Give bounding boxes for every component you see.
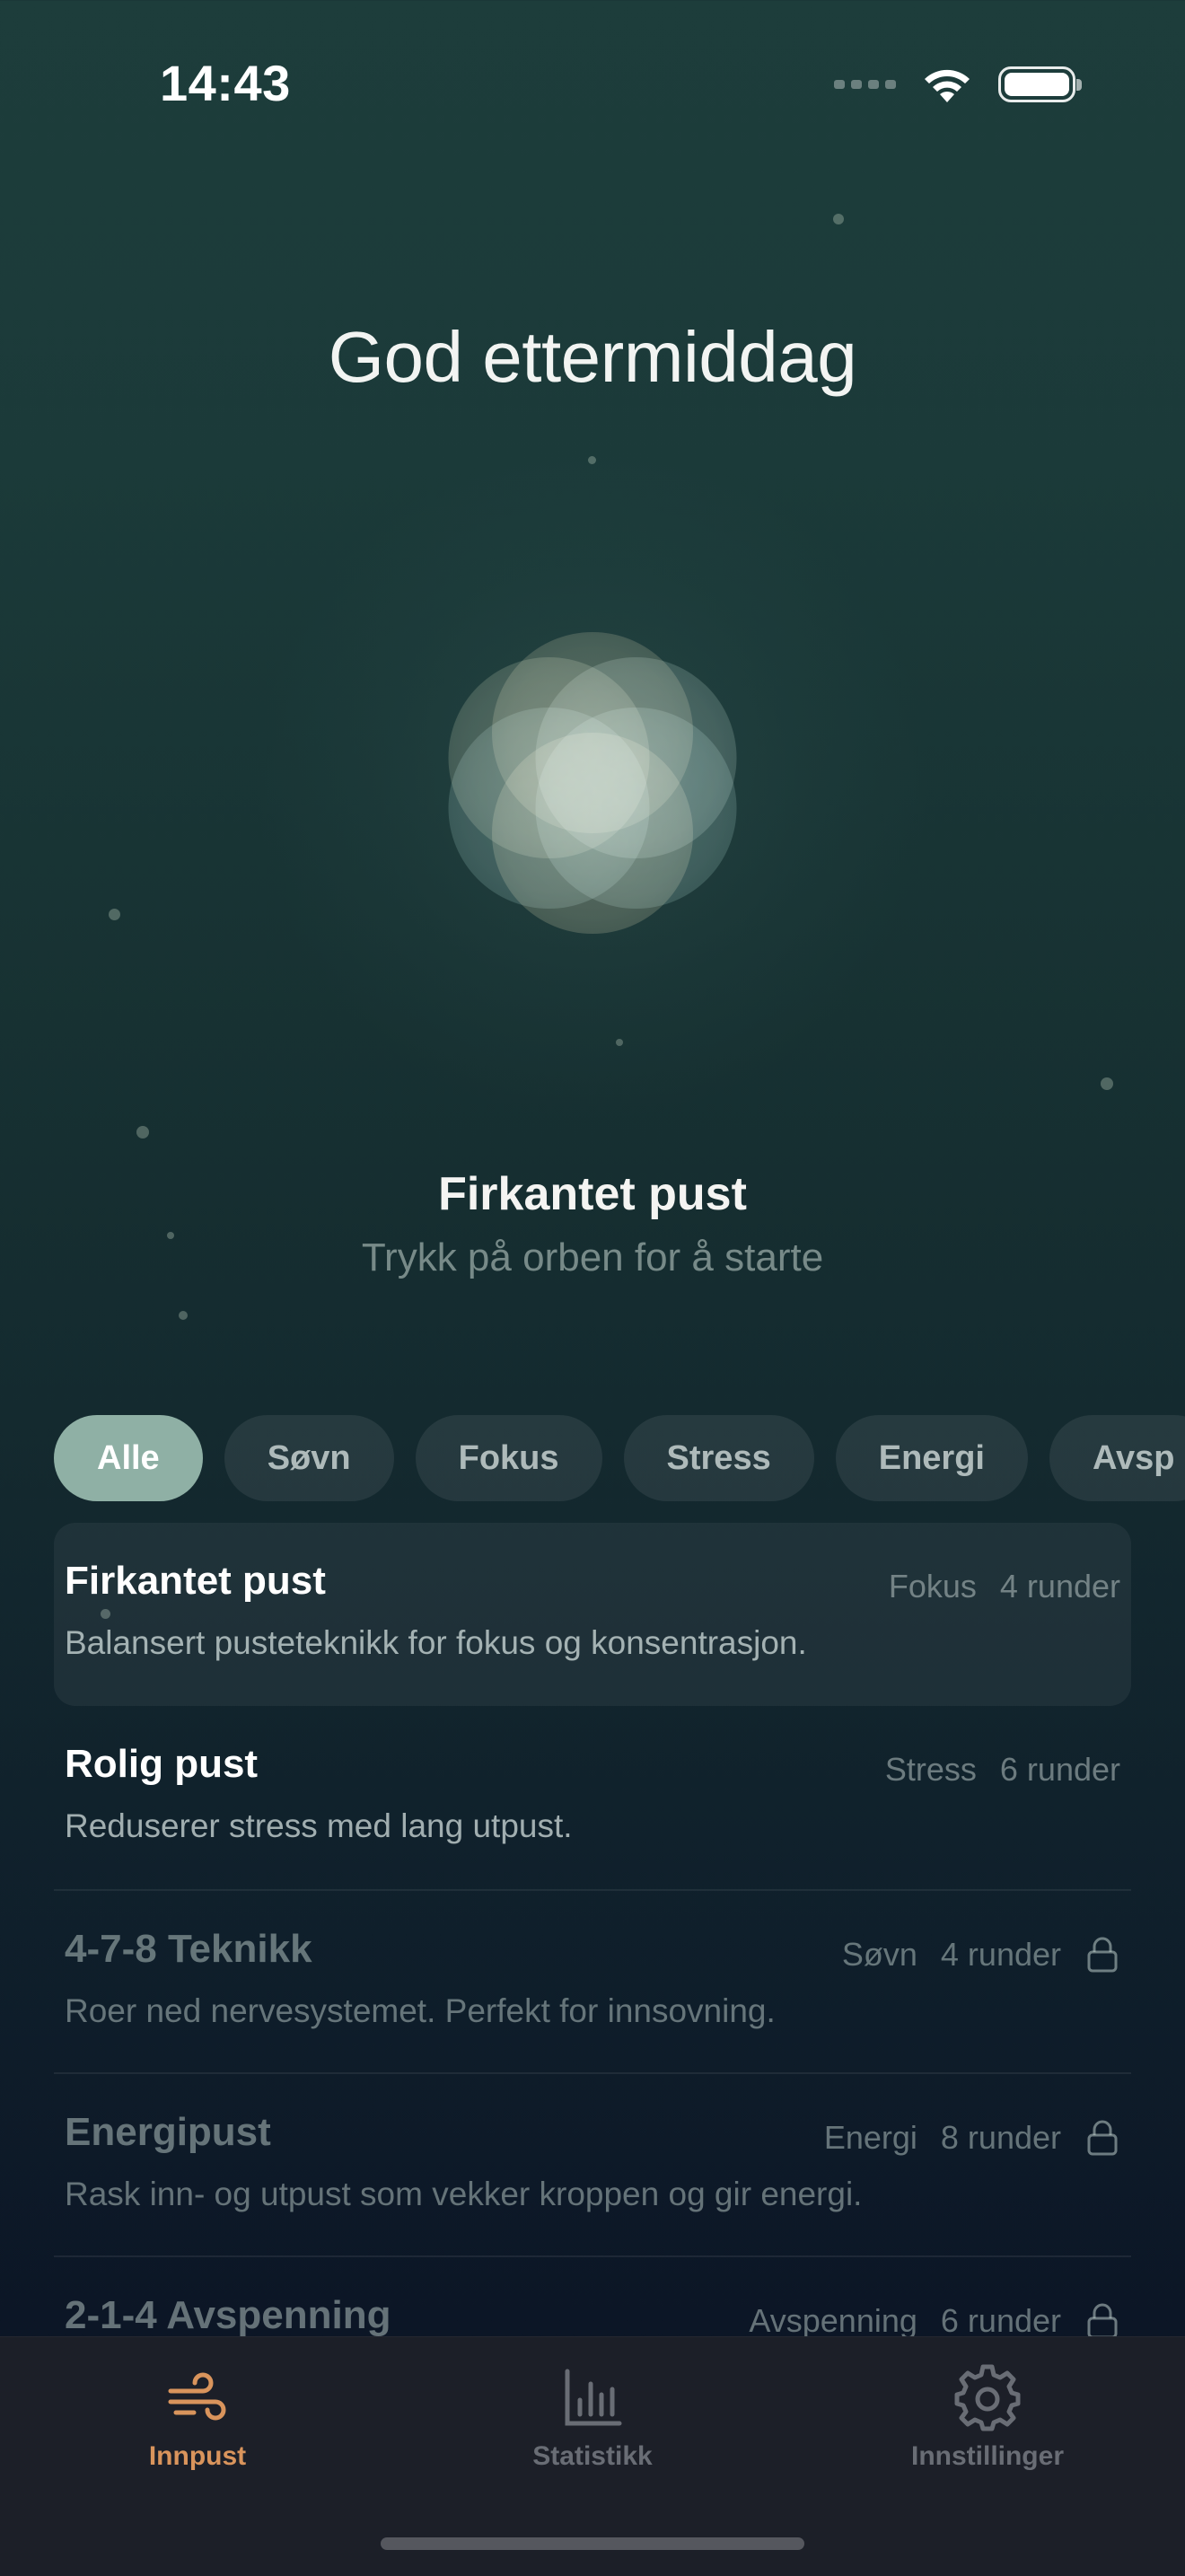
- particle: [136, 1126, 149, 1139]
- technique-rounds: 4 runder: [999, 1568, 1120, 1605]
- technique-name: Rolig pust: [65, 1742, 259, 1786]
- particle: [109, 909, 120, 920]
- greeting-title: God ettermiddag: [328, 317, 857, 397]
- technique-category: Stress: [884, 1751, 977, 1788]
- technique-rounds: 8 runder: [940, 2119, 1061, 2156]
- technique-description: Reduserer stress med lang utpust.: [65, 1807, 573, 1844]
- bar-chart-icon: [565, 2369, 622, 2426]
- filter-chip-energi[interactable]: Energi: [835, 1415, 1028, 1501]
- gear-icon: [954, 2364, 1021, 2431]
- tab-label: Innstillinger: [910, 2441, 1064, 2471]
- technique-row[interactable]: Firkantet pust Fokus 4 runder Balansert …: [54, 1523, 1131, 1706]
- technique-rounds: 4 runder: [940, 1936, 1061, 1973]
- tab-statistikk[interactable]: Statistikk: [458, 2337, 727, 2490]
- tab-innpust[interactable]: Innpust: [63, 2337, 332, 2490]
- technique-category: Avspenning: [749, 2302, 917, 2339]
- technique-category: Fokus: [888, 1568, 977, 1605]
- start-hint: Trykk på orben for å starte: [361, 1235, 824, 1279]
- tab-label: Innpust: [148, 2441, 247, 2471]
- lock-icon: [1087, 1937, 1118, 1973]
- particle: [179, 1311, 188, 1320]
- technique-name: Firkantet pust: [65, 1559, 326, 1603]
- lock-icon: [1087, 2120, 1118, 2156]
- status-icons: [834, 65, 1082, 104]
- technique-row[interactable]: Rolig pust Stress 6 runder Reduserer str…: [54, 1706, 1131, 1889]
- particle: [833, 214, 844, 224]
- lock-icon: [1087, 2303, 1118, 2339]
- tab-label: Statistikk: [532, 2441, 653, 2471]
- technique-category: Energi: [823, 2119, 917, 2156]
- technique-meta: Stress 6 runder: [885, 1751, 1120, 1789]
- wind-icon: [168, 2372, 226, 2421]
- technique-name: 2-1-4 Avspenning: [65, 2293, 391, 2337]
- filter-chip-stress[interactable]: Stress: [623, 1415, 814, 1501]
- particle: [1101, 1077, 1113, 1090]
- tab-innstillinger[interactable]: Innstillinger: [853, 2337, 1122, 2490]
- orb-petal: [448, 657, 650, 858]
- technique-list: Firkantet pust Fokus 4 runder Balansert …: [54, 1523, 1131, 2439]
- technique-row[interactable]: 4-7-8 Teknikk Søvn 4 runder Roer ned ner…: [54, 1889, 1131, 2072]
- technique-name: 4-7-8 Teknikk: [65, 1927, 312, 1971]
- wifi-icon: [925, 69, 970, 102]
- technique-description: Balansert pusteteknikk for fokus og kons…: [65, 1624, 807, 1661]
- technique-rounds: 6 runder: [999, 1751, 1120, 1788]
- current-technique-title: Firkantet pust: [438, 1168, 747, 1220]
- filter-chip-avspenning[interactable]: Avsp: [1049, 1415, 1185, 1501]
- technique-description: Rask inn- og utpust som vekker kroppen o…: [65, 2176, 863, 2212]
- technique-category: Søvn: [841, 1936, 917, 1973]
- technique-rounds: 6 runder: [940, 2302, 1061, 2339]
- technique-meta: Energi 8 runder: [824, 2119, 1120, 2157]
- technique-meta: Søvn 4 runder: [842, 1936, 1120, 1974]
- technique-name: Energipust: [65, 2110, 271, 2154]
- breathing-orb[interactable]: [251, 442, 934, 1124]
- technique-meta: Avspenning 6 runder: [749, 2302, 1120, 2340]
- technique-meta: Fokus 4 runder: [889, 1568, 1120, 1605]
- home-indicator: [381, 2537, 804, 2550]
- filter-chip-fokus[interactable]: Fokus: [415, 1415, 602, 1501]
- technique-description: Roer ned nervesystemet. Perfekt for inns…: [65, 1992, 776, 2029]
- status-time: 14:43: [160, 55, 291, 111]
- battery-icon: [998, 66, 1082, 102]
- cellular-signal-icon: [834, 80, 896, 89]
- filter-chip-alle[interactable]: Alle: [54, 1415, 203, 1501]
- technique-row[interactable]: Energipust Energi 8 runder Rask inn- og …: [54, 2072, 1131, 2255]
- filter-chip-sovn[interactable]: Søvn: [224, 1415, 394, 1501]
- category-filters: Alle Søvn Fokus Stress Energi Avsp: [54, 1415, 1185, 1501]
